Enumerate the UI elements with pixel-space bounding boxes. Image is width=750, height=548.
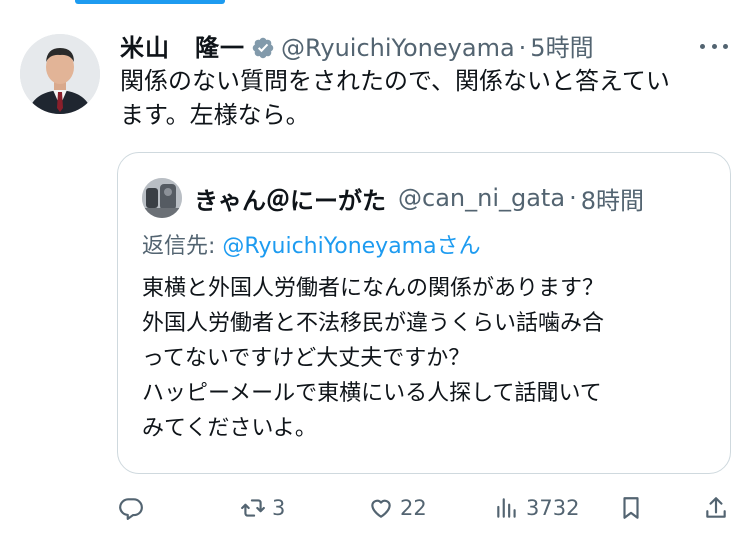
retweet-icon [241,499,265,517]
quoted-timestamp[interactable]: 8時間 [581,181,644,216]
author-avatar[interactable] [20,34,100,114]
quoted-tweet-card[interactable]: きゃん＠にーがた @can_ni_gata · 8時間 返信先: @Ryuich… [117,152,731,474]
author-name[interactable]: 米山 隆一 [120,30,245,66]
like-button[interactable]: 22 [368,488,427,528]
more-dot [700,43,705,49]
more-options-icon[interactable] [700,36,728,56]
more-dot [711,43,717,49]
quoted-author-avatar[interactable] [142,178,182,218]
more-dot [723,43,728,49]
quoted-text-line: 東横と外国人労働者になんの関係があります？ [142,276,605,301]
author-handle[interactable]: @RyuichiYoneyama [281,30,515,66]
quoted-text-line: みてくださいよ。 [142,416,317,441]
author-avatar-image [20,34,100,114]
share-icon [706,497,726,518]
verified-badge-icon[interactable] [251,36,275,60]
quoted-text-line: ってないですけど大丈夫ですか？ [142,346,471,371]
quoted-text-line: 外国人労働者と不法移民が違うくらい話噛み合 [142,311,605,336]
tweet-header: 米山 隆一 @RyuichiYoneyama · 5時間 [120,30,594,66]
share-button[interactable] [703,488,729,528]
views-chart-icon [497,498,516,518]
bookmark-icon [623,497,639,519]
tweet-actions-bar: 3 22 3732 [0,488,750,528]
retweet-button[interactable]: 3 [240,488,285,528]
view-count: 3732 [526,496,580,520]
quoted-author-name[interactable]: きゃん＠にーがた [194,181,386,216]
views-button[interactable]: 3732 [494,488,579,528]
quoted-author-handle[interactable]: @can_ni_gata [398,184,565,212]
reply-button[interactable] [118,488,150,528]
reply-to-label: 返信先: [142,234,223,259]
reply-icon [119,498,143,520]
tweet-timestamp[interactable]: 5時間 [530,30,593,66]
reply-mention-link[interactable]: @RyuichiYoneyamaさん [222,234,480,259]
separator-dot: · [569,184,577,212]
heart-icon [371,499,391,518]
separator-dot: · [518,34,527,62]
tweet-text: 関係のない質問をされたので、関係ないと答えてい ます。左様なら。 [120,64,730,132]
quoted-avatar-image [142,178,182,218]
quoted-text-line: ハッピーメールで東横にいる人探して話聞いて [142,381,602,406]
like-count: 22 [400,496,427,520]
tab-active-indicator [75,0,225,4]
bookmark-button[interactable] [618,488,644,528]
quoted-tweet-text: 東横と外国人労働者になんの関係があります？ 外国人労働者と不法移民が違うくらい話… [142,271,712,446]
retweet-count: 3 [272,496,286,520]
quoted-tweet-header: きゃん＠にーがた @can_ni_gata · 8時間 [142,177,644,219]
tweet-text-line: ます。左様なら。 [120,101,310,129]
reply-to-line: 返信先: @RyuichiYoneyamaさん [142,231,481,263]
tweet-text-line: 関係のない質問をされたので、関係ないと答えてい [120,67,670,95]
